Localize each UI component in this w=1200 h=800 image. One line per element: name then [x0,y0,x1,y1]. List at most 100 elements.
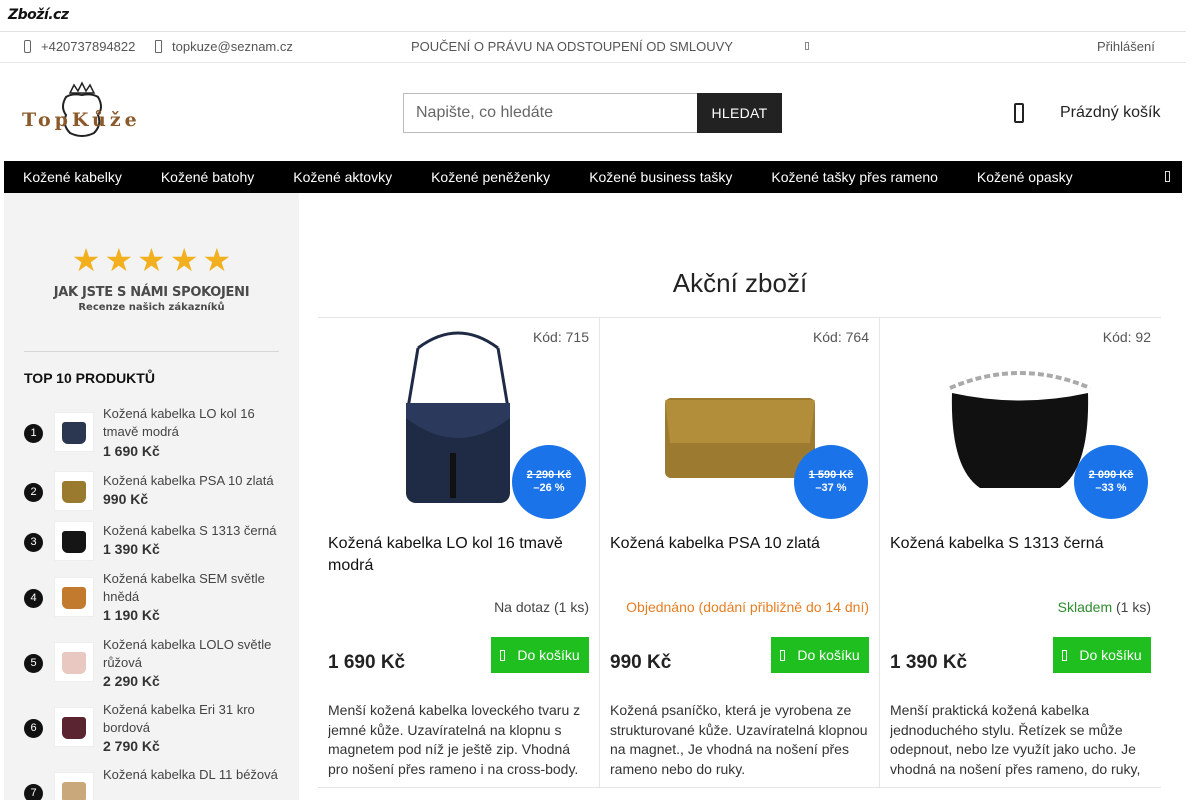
stock-label: Objednáno (dodání přibližně do 14 dní) [626,599,869,615]
discount-badge: 2 290 Kč –26 % [512,445,586,519]
bag-shape [62,422,86,444]
dropdown-icon[interactable] [805,42,809,50]
sidebar-divider [24,351,279,352]
nav-item-penezenky[interactable]: Kožené peněženky [412,169,570,185]
email-icon [155,40,162,53]
login-link[interactable]: Přihlášení [1097,39,1155,54]
bag-shape [62,531,86,553]
bag-shape [62,481,86,503]
star-icon: ★ [137,241,166,279]
nav-item-tasky-pres-rameno[interactable]: Kožené tašky přes rameno [752,169,958,185]
add-to-cart-button[interactable]: Do košíku [771,637,869,673]
cart-icon [500,649,506,661]
search-form: HLEDAT [403,93,782,133]
old-price: 1 590 Kč [808,469,854,481]
product-code: Kód: 764 [812,329,869,345]
header: TopKůže HLEDAT Prázdný košík [0,63,1186,161]
nav-item-opasky[interactable]: Kožené opasky [958,169,1093,185]
stock-status: Objednáno (dodání přibližně do 14 dní) [626,599,869,615]
product-grid: Kód: 715 2 290 Kč –26 % Kožená kabelka L… [318,317,1161,800]
nav-item-business-tasky[interactable]: Kožené business tašky [570,169,752,185]
product-thumbnail[interactable] [54,642,94,682]
stock-quantity: (1 ks) [1116,599,1151,615]
product-card: Kód: 764 1 590 Kč –37 % Kožená kabelka P… [599,317,880,788]
phone-icon [24,40,31,53]
category-nav: Kožené kabelky Kožené batohy Kožené akto… [4,161,1182,193]
rank-badge: 4 [24,589,43,608]
product-price: 1 690 Kč [328,652,406,673]
page-title: Akční zboží [672,268,808,298]
stock-label: Skladem [1057,599,1113,615]
product-thumbnail[interactable] [54,521,94,561]
product-name[interactable]: Kožená kabelka LO kol 16 tmavě modrá [103,405,283,441]
product-name[interactable]: Kožená kabelka LOLO světle růžová [103,636,283,672]
discount-percent: –26 % [533,482,565,494]
search-button[interactable]: HLEDAT [697,93,782,133]
product-price: 1 190 Kč [103,607,160,623]
cart-icon [1014,103,1024,123]
bag-shape [62,717,86,739]
login-label: Přihlášení [1097,39,1155,54]
product-card: Kód: 715 2 290 Kč –26 % Kožená kabelka L… [318,317,599,788]
product-thumbnail[interactable] [54,471,94,511]
sidebar: ★ ★ ★ ★ ★ JAK JSTE S NÁMI SPOKOJENI Rece… [4,193,299,800]
withdrawal-notice-link[interactable]: POUČENÍ O PRÁVU NA ODSTOUPENÍ OD SMLOUVY [411,39,733,54]
discount-percent: –33 % [1095,482,1127,494]
add-to-cart-label: Do košíku [797,647,860,663]
add-to-cart-label: Do košíku [1079,647,1142,663]
email-link[interactable]: topkuze@seznam.cz [155,39,293,54]
stock-status: Na dotaz (1 ks) [494,599,589,615]
nav-more-icon[interactable] [1165,171,1170,182]
product-name[interactable]: Kožená kabelka PSA 10 zlatá [610,533,870,555]
product-name[interactable]: Kožená kabelka Eri 31 kro bordová [103,701,283,737]
discount-percent: –37 % [815,482,847,494]
rating-subtitle: Recenze našich zákazníků [78,302,225,313]
product-name[interactable]: Kožená kabelka PSA 10 zlatá [103,472,283,490]
rank-badge: 5 [24,654,43,673]
bag-body [951,393,1089,488]
add-to-cart-button[interactable]: Do košíku [1053,637,1151,673]
product-description: Kožená psaníčko, která je vyrobena ze st… [610,702,868,777]
phone-link[interactable]: +420737894822 [24,39,135,54]
email-address: topkuze@seznam.cz [172,39,293,54]
bag-shape [62,652,86,674]
product-thumbnail[interactable] [54,412,94,452]
rank-badge: 7 [24,784,43,800]
discount-badge: 1 590 Kč –37 % [794,445,868,519]
phone-number: +420737894822 [41,39,136,54]
add-to-cart-button[interactable]: Do košíku [491,637,589,673]
star-icon: ★ [202,241,232,279]
product-name[interactable]: Kožená kabelka S 1313 černá [103,522,283,540]
site-logo[interactable]: TopKůže [22,81,137,141]
bag-shape [62,587,86,609]
product-name[interactable]: Kožená kabelka S 1313 černá [890,533,1150,555]
withdrawal-notice-label: POUČENÍ O PRÁVU NA ODSTOUPENÍ OD SMLOUVY [411,39,733,54]
product-price: 990 Kč [610,652,672,673]
discount-badge: 2 090 Kč –33 % [1074,445,1148,519]
product-card: Kód: 92 2 090 Kč –33 % Kožená kabelka S … [880,317,1161,788]
product-name[interactable]: Kožená kabelka DL 11 béžová [103,766,283,784]
stock-status: Skladem (1 ks) [1058,599,1151,615]
product-price: 990 Kč [103,491,149,507]
product-thumbnail[interactable] [54,707,94,747]
old-price: 2 090 Kč [1088,469,1134,481]
product-thumbnail[interactable] [54,772,94,800]
nav-item-kabelky[interactable]: Kožené kabelky [4,169,142,185]
product-price: 1 390 Kč [103,541,160,557]
rating-widget[interactable]: ★ ★ ★ ★ ★ JAK JSTE S NÁMI SPOKOJENI Rece… [4,243,299,313]
logo-text: TopKůže [22,109,141,131]
rank-badge: 1 [24,424,43,443]
zbozi-logo[interactable]: Zboží.cz [8,7,69,23]
nav-item-aktovky[interactable]: Kožené aktovky [274,169,412,185]
cart-link[interactable]: Prázdný košík [1014,103,1160,123]
product-name[interactable]: Kožená kabelka SEM světle hnědá [103,570,283,606]
product-price: 1 390 Kč [890,652,968,673]
search-input[interactable] [403,93,697,133]
rank-badge: 6 [24,719,43,738]
rating-stars: ★ ★ ★ ★ ★ [4,243,299,277]
product-description: Menší kožená kabelka loveckého tvaru z j… [328,702,581,777]
product-name[interactable]: Kožená kabelka LO kol 16 tmavě modrá [328,533,588,577]
rank-badge: 3 [24,533,43,552]
product-thumbnail[interactable] [54,577,94,617]
nav-item-batohy[interactable]: Kožené batohy [142,169,274,185]
